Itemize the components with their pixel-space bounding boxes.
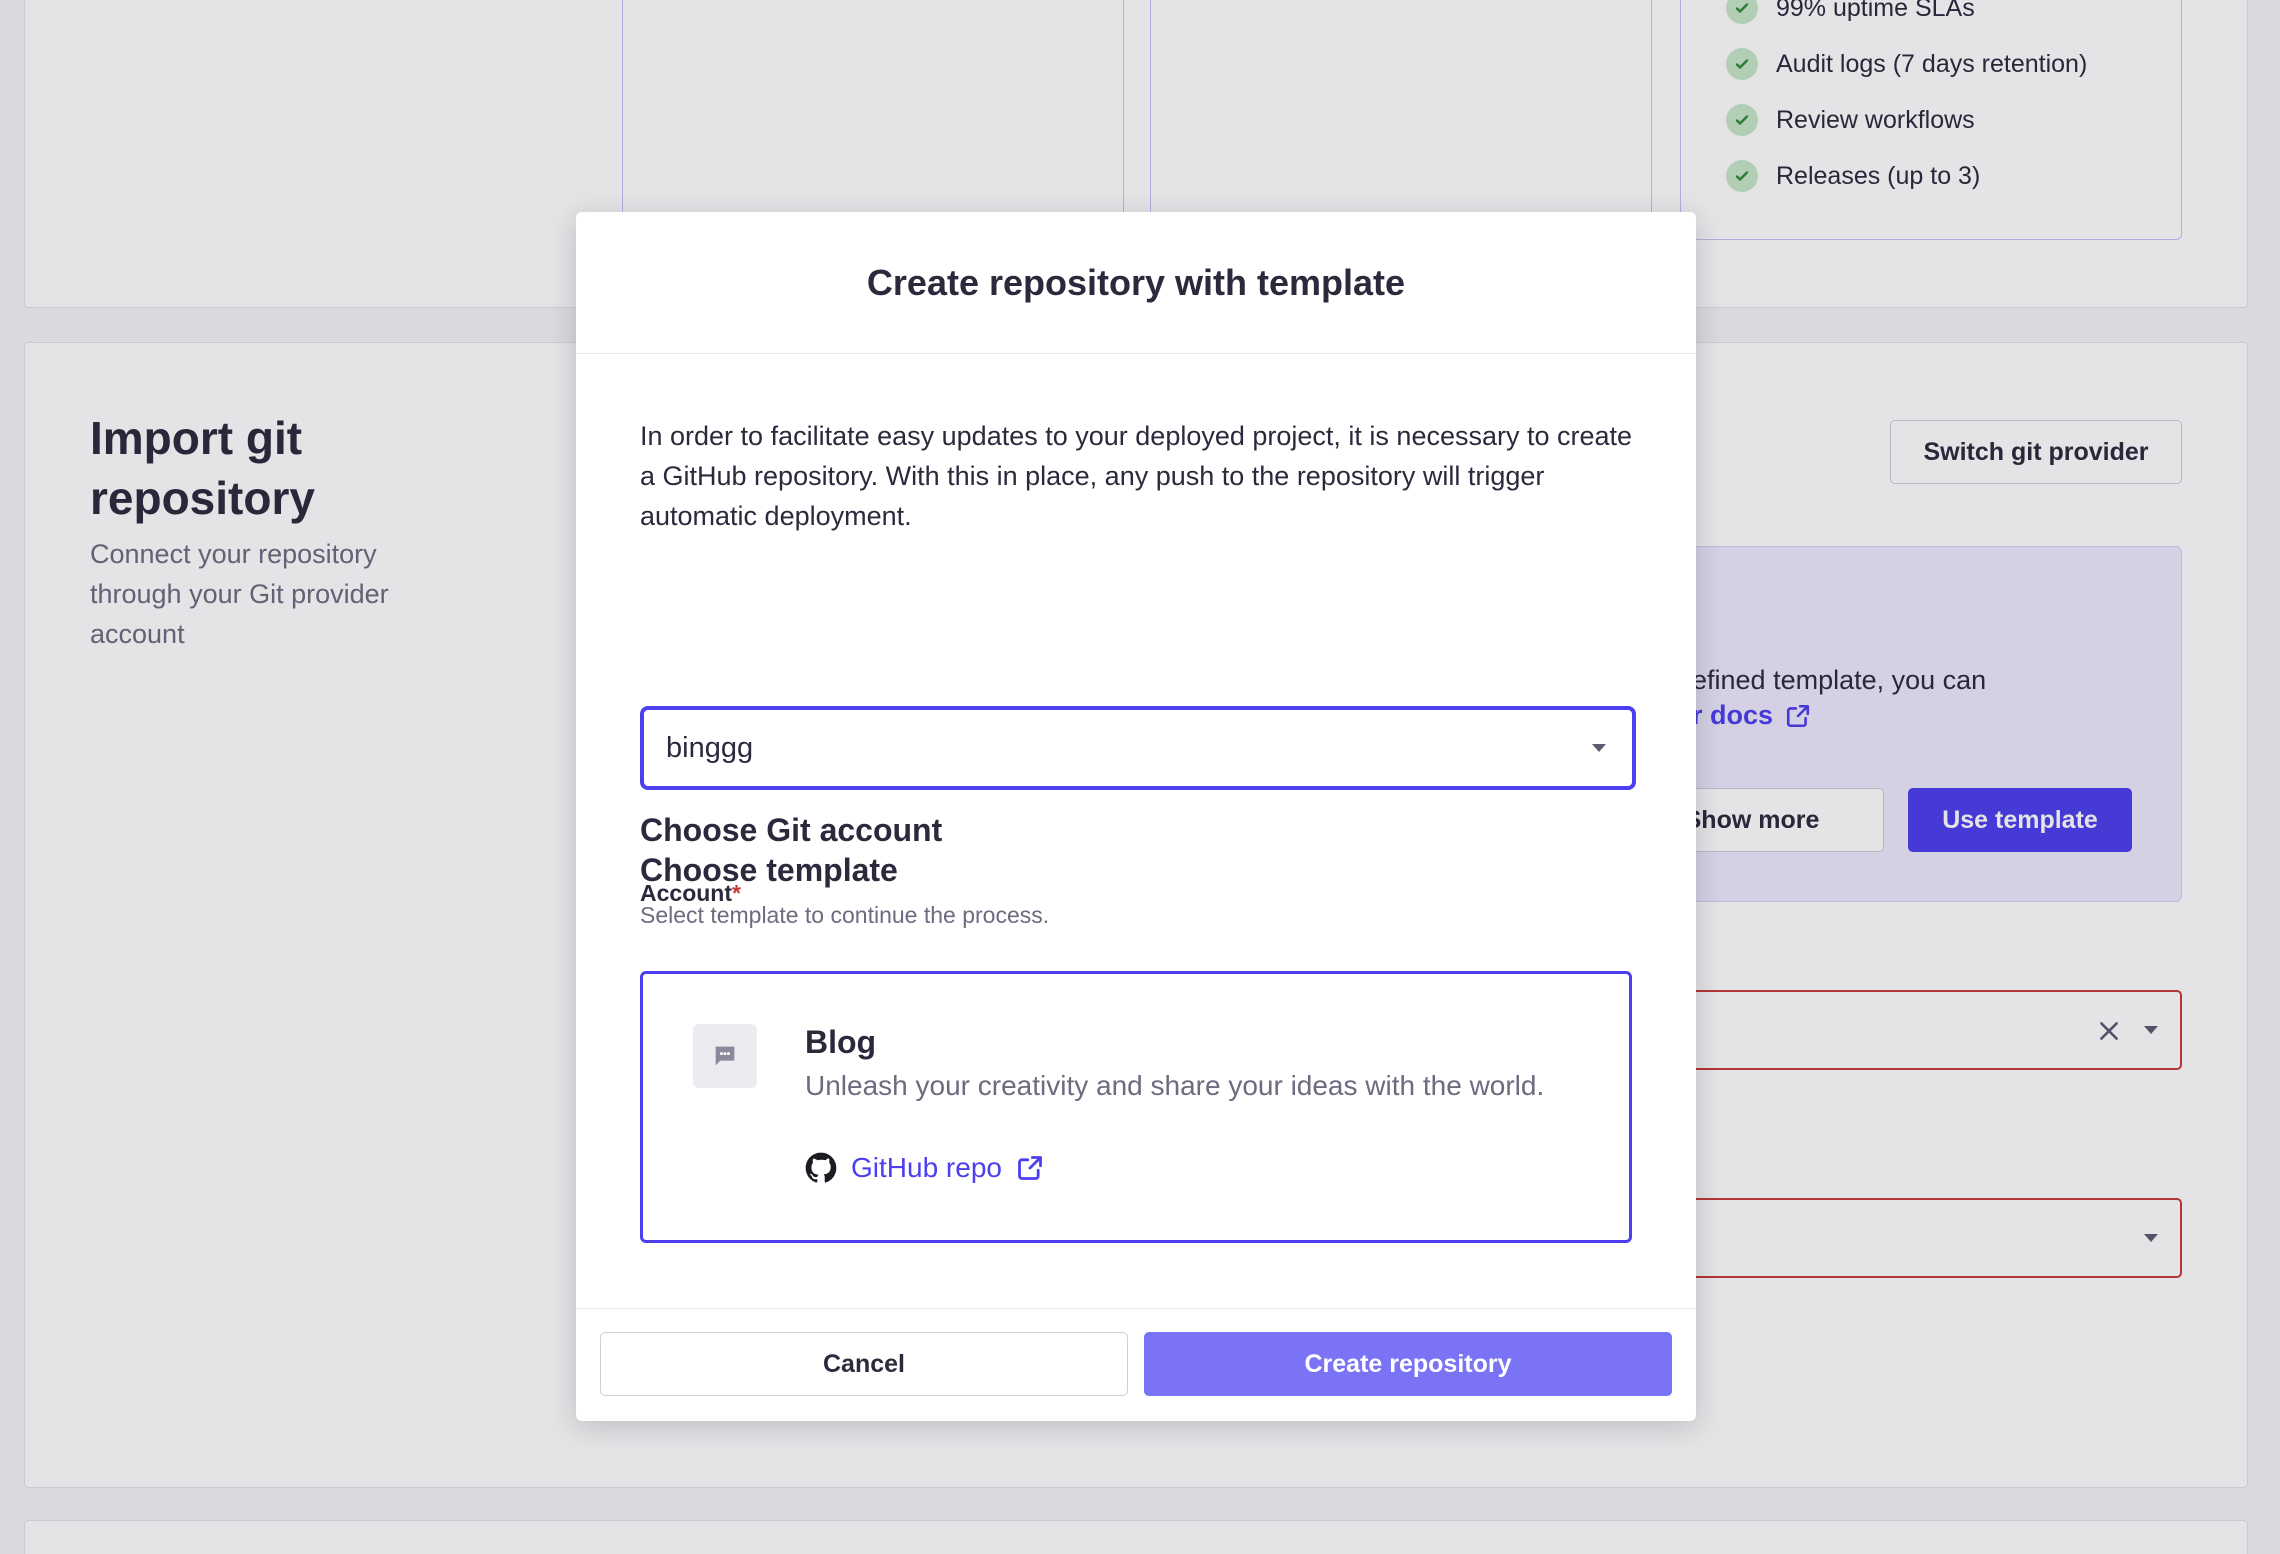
template-section-title: Choose template — [640, 852, 898, 888]
template-section-subtitle: Select template to continue the process. — [640, 902, 1050, 928]
template-name: Blog — [805, 1024, 877, 1060]
modal-body: In order to facilitate easy updates to y… — [640, 416, 1640, 906]
modal-title: Create repository with template — [866, 261, 1406, 303]
account-select-value: binggg — [666, 731, 754, 764]
chat-bubble-icon — [693, 1024, 757, 1088]
account-select[interactable]: binggg — [640, 706, 1636, 790]
template-description: Unleash your creativity and share your i… — [805, 1070, 1545, 1101]
modal-header: Create repository with template — [576, 212, 1696, 354]
github-icon — [805, 1152, 837, 1183]
github-repo-link-label: GitHub repo — [851, 1152, 1002, 1183]
cancel-button[interactable]: Cancel — [600, 1332, 1128, 1396]
git-account-section-title: Choose Git account — [640, 812, 943, 848]
github-repo-link[interactable]: GitHub repo — [805, 1152, 1044, 1184]
template-card-blog[interactable]: Blog Unleash your creativity and share y… — [640, 971, 1632, 1243]
modal-intro-text: In order to facilitate easy updates to y… — [640, 421, 1633, 531]
modal-footer: Cancel Create repository — [576, 1308, 1696, 1421]
external-link-icon — [1018, 1156, 1042, 1180]
chevron-down-icon — [1592, 744, 1606, 752]
create-repository-button[interactable]: Create repository — [1144, 1332, 1672, 1396]
